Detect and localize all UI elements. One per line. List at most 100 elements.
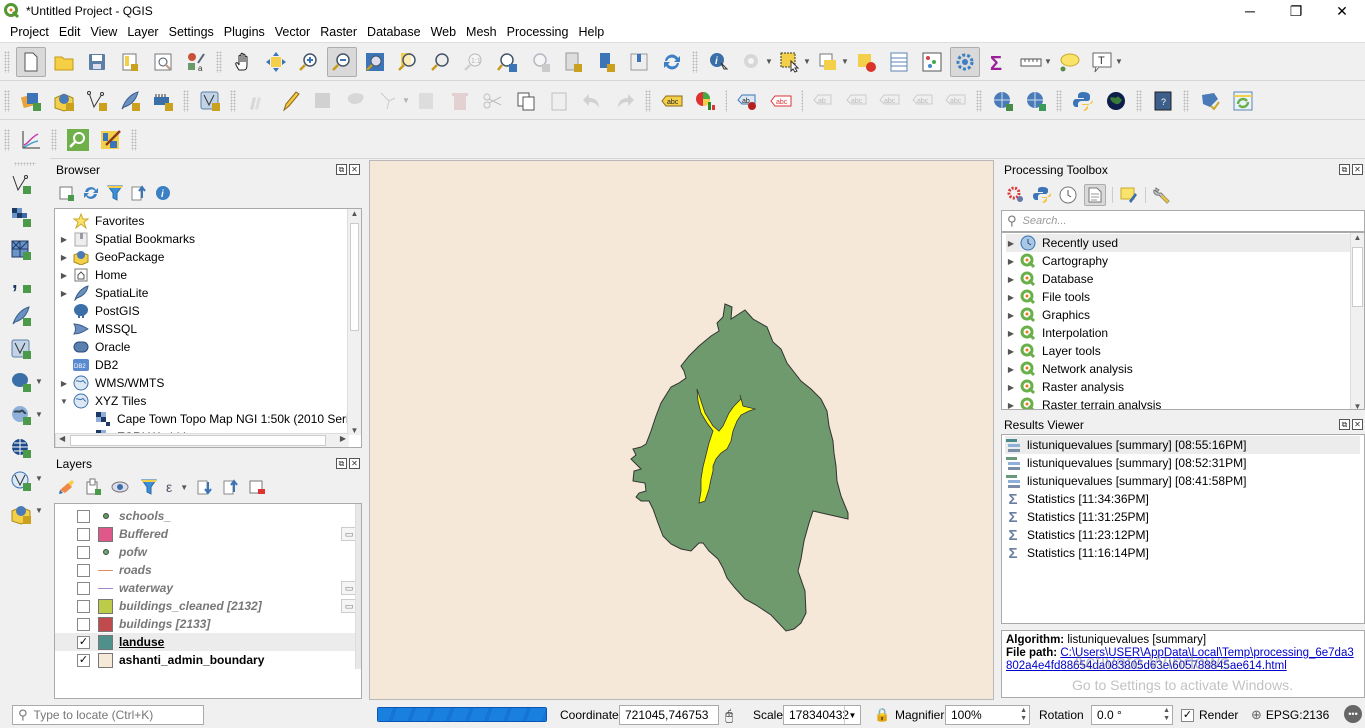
map-tips-button[interactable] [1054,47,1084,77]
modify-attributes-button[interactable] [412,86,442,116]
filter-icon[interactable] [140,478,158,496]
expanded-arrow-icon[interactable]: ▼ [59,397,69,406]
collapse-all-icon[interactable] [222,478,240,496]
toolbar-grip[interactable] [692,50,698,73]
select-features-button[interactable] [775,47,805,77]
toolbar-grip[interactable] [14,162,36,166]
add-spatialite-layer-button[interactable] [6,301,36,331]
layer-visibility-checkbox[interactable] [77,581,90,595]
render-checkbox[interactable]: ✓ Render [1181,705,1238,725]
metasearch-search-button[interactable] [1021,86,1051,116]
move-label-button[interactable]: abc [875,86,905,116]
collapsed-arrow-icon[interactable]: ▶ [1006,383,1016,392]
layer-item[interactable]: buildings_cleaned [2132] ▭ [55,597,357,615]
zoom-to-layer-button[interactable] [426,47,456,77]
magnifier-spinbox[interactable]: 100% ▲ ▼ [945,705,1030,725]
save-project-button[interactable] [82,47,112,77]
field-calculator-button[interactable] [917,47,947,77]
menu-database[interactable]: Database [362,25,426,39]
data-source-manager-button[interactable] [16,86,46,116]
float-panel-button[interactable]: ⧉ [336,458,347,469]
refresh-icon[interactable] [82,184,100,202]
vertex-tool-button[interactable] [374,86,404,116]
close-panel-button[interactable]: ✕ [349,164,360,175]
browser-item[interactable]: Oracle [59,338,130,356]
add-polygon-feature-button[interactable] [341,86,371,116]
layer-visibility-checkbox[interactable] [77,527,90,541]
collapsed-arrow-icon[interactable]: ▶ [1006,329,1016,338]
history-clock-icon[interactable] [1058,185,1078,205]
toolbox-group[interactable]: ▶ Graphics [1006,306,1350,324]
style-manager-button[interactable]: a [181,47,211,77]
current-edits-button[interactable] [242,86,272,116]
python-icon[interactable] [1032,185,1052,205]
results-viewer-button[interactable] [1084,184,1106,206]
collapsed-arrow-icon[interactable]: ▶ [1006,311,1016,320]
menu-vector[interactable]: Vector [270,25,315,39]
layer-item[interactable]: Buffered ▭ [55,525,357,543]
chevron-down-icon[interactable]: ▼ [402,96,410,105]
new-bookmark-2-button[interactable] [591,47,621,77]
layer-visibility-checkbox[interactable] [77,563,90,577]
layer-visibility-checkbox[interactable]: ✓ [77,653,90,667]
pan-to-selection-button[interactable] [261,47,291,77]
new-project-button[interactable] [15,46,46,77]
layer-item[interactable]: ✓ ashanti_admin_boundary [55,651,355,669]
new-bookmark-button[interactable] [558,47,588,77]
eye-icon[interactable] [110,478,132,496]
style-brush-icon[interactable] [58,478,76,496]
restore-button[interactable]: ❐ [1273,0,1319,22]
deselect-all-button[interactable] [851,47,881,77]
info-icon[interactable]: i [154,184,172,202]
browser-item[interactable]: ▶ WMS/WMTS [59,374,164,392]
float-panel-button[interactable]: ⧉ [336,164,347,175]
zoom-to-selection-button[interactable] [393,47,423,77]
toolbar-grip[interactable] [131,128,137,151]
zoom-next-button[interactable] [525,47,555,77]
layer-item[interactable]: pofw [55,543,355,561]
statistical-summary-button[interactable]: Σ [983,47,1013,77]
browser-item[interactable]: ▶ Spatial Bookmarks [59,230,195,248]
collapsed-arrow-icon[interactable]: ▶ [59,235,69,244]
layer-item[interactable]: ✓ landuse [55,633,355,651]
vertical-scrollbar[interactable] [355,504,361,669]
close-panel-button[interactable]: ✕ [1352,419,1363,430]
paste-features-button[interactable] [544,86,574,116]
toolbox-button[interactable] [949,46,980,77]
add-virtual-layer-button[interactable] [6,334,36,364]
layer-visibility-checkbox[interactable] [77,509,90,523]
result-item[interactable]: Σ Statistics [11:34:36PM] [1005,490,1360,508]
new-spatialite-layer-button[interactable] [115,86,145,116]
layer-item[interactable]: waterway ▭ [55,579,357,597]
collapsed-arrow-icon[interactable]: ▶ [1006,365,1016,374]
run-feature-action-button[interactable] [737,47,767,77]
topology-checker-button[interactable] [1228,86,1258,116]
preview-labels-button[interactable]: abc [842,86,872,116]
toolbox-search-input[interactable]: ⚲ Search... [1001,210,1365,232]
close-panel-button[interactable]: ✕ [349,458,360,469]
toolbar-grip[interactable] [725,89,727,112]
osgeo-globe-button[interactable] [1101,86,1131,116]
cut-features-button[interactable] [478,86,508,116]
models-gear-icon[interactable] [1006,185,1026,205]
minimize-button[interactable]: ─ [1227,0,1273,22]
menu-project[interactable]: Project [0,25,54,39]
zoom-out-button[interactable] [326,46,357,77]
scale-combobox[interactable]: 178340432 ▼ [783,705,861,725]
toolbar-grip[interactable] [216,50,222,73]
layout-manager-button[interactable] [148,47,178,77]
add-selected-icon[interactable] [58,184,76,202]
collapsed-arrow-icon[interactable]: ▶ [59,253,69,262]
result-item[interactable]: listuniquevalues [summary] [08:52:31PM] [1005,454,1360,472]
filter-icon[interactable] [106,184,124,202]
browser-item[interactable]: ▶ Home [59,266,127,284]
menu-processing[interactable]: Processing [502,25,574,39]
delete-selected-button[interactable] [445,86,475,116]
result-item[interactable]: listuniquevalues [summary] [08:41:58PM] [1005,472,1360,490]
mouse-coordinate-toggle-icon[interactable]: 🖰 [725,705,733,725]
add-mesh-layer-button[interactable] [6,235,36,265]
close-panel-button[interactable]: ✕ [1352,164,1363,175]
quickmapservices-button[interactable] [96,125,126,155]
toolbox-group[interactable]: ▶ Database [1006,270,1350,288]
toolbar-grip[interactable] [51,128,57,151]
